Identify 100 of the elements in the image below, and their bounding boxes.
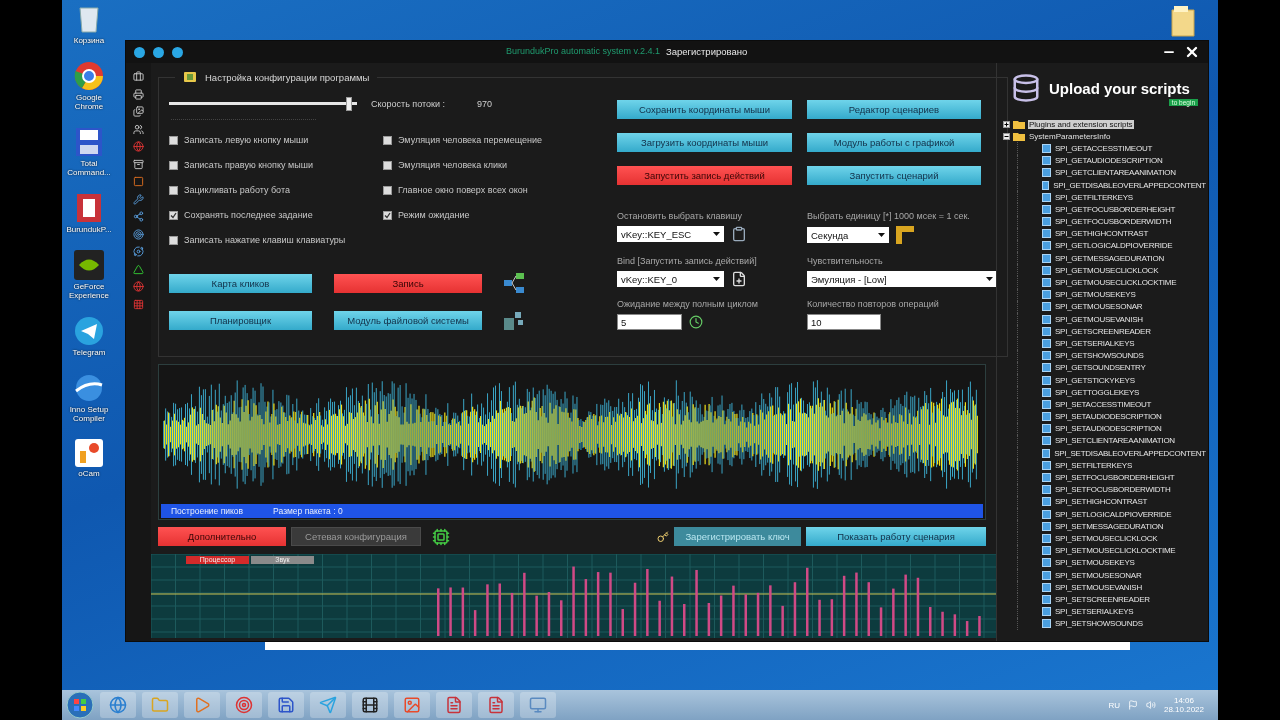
tree-item[interactable]: SPI_SETCLIENTAREAANIMATION: [1055, 436, 1175, 446]
tree-item[interactable]: SPI_GETTOGGLEKEYS: [1055, 387, 1140, 397]
action-button[interactable]: Модуль работы с графикой: [807, 133, 981, 152]
tree-item[interactable]: SPI_GETMOUSECLICKLOCKTIME: [1055, 278, 1177, 288]
dropdown[interactable]: vKey::KEY_ESC: [617, 226, 724, 242]
file-system-button[interactable]: Модуль файловой системы: [334, 310, 482, 330]
action-button[interactable]: Сохранить координаты мыши: [617, 100, 792, 119]
slider-thumb[interactable]: [346, 97, 353, 111]
action-button[interactable]: Загрузить координаты мыши: [617, 133, 792, 152]
input-field[interactable]: 10: [807, 314, 881, 330]
tree-item[interactable]: Plugins and extension scripts: [1028, 119, 1134, 129]
tree-item[interactable]: SPI_SETHIGHCONTRAST: [1055, 497, 1148, 507]
tree-item[interactable]: SPI_SETAUDIODESCRIPTION: [1055, 412, 1162, 422]
checkbox[interactable]: [169, 135, 178, 145]
network-nodes-icon[interactable]: [504, 273, 526, 293]
file-plus-icon[interactable]: [731, 271, 747, 287]
desktop-icon-label[interactable]: Корзина: [73, 36, 105, 45]
tree-item[interactable]: SPI_GETSCREENREADER: [1055, 326, 1151, 336]
key-icon[interactable]: [657, 530, 669, 543]
square-icon[interactable]: [133, 176, 144, 187]
action-button[interactable]: Сетевая конфигурация: [291, 527, 421, 546]
blocks-icon[interactable]: [504, 310, 526, 330]
document-icon[interactable]: [445, 696, 463, 714]
grid-icon[interactable]: [133, 298, 144, 310]
tree-item[interactable]: SPI_SETMESSAGEDURATION: [1055, 521, 1164, 531]
dropdown[interactable]: Эмуляция - [Low]: [807, 271, 997, 287]
tree-item[interactable]: SPI_GETMESSAGEDURATION: [1055, 253, 1165, 263]
film-icon[interactable]: [361, 696, 379, 714]
tree-item[interactable]: SPI_SETMOUSEKEYS: [1055, 558, 1135, 568]
nodes-icon[interactable]: [133, 211, 144, 222]
tree-item[interactable]: SPI_SETFOCUSBORDERHEIGHT: [1055, 473, 1175, 483]
orbit-icon[interactable]: [133, 246, 144, 257]
action-button[interactable]: Показать работу сценария: [806, 527, 986, 546]
tree-item[interactable]: SPI_SETACCESSTIMEOUT: [1055, 399, 1152, 409]
network-card-icon[interactable]: [432, 527, 450, 546]
checkbox[interactable]: [383, 210, 392, 220]
dropdown[interactable]: Секунда: [807, 227, 889, 243]
tree-item[interactable]: SPI_SETSCREENREADER: [1055, 594, 1150, 604]
tree-item[interactable]: SPI_SETMOUSESONAR: [1055, 570, 1142, 580]
checkbox[interactable]: [383, 185, 392, 195]
archive-icon[interactable]: [133, 158, 144, 170]
users-icon[interactable]: [133, 123, 144, 135]
window-dot[interactable]: [134, 46, 145, 58]
desktop-icon-label[interactable]: Total Command...: [62, 159, 116, 177]
globe-icon[interactable]: [133, 281, 144, 292]
close-icon[interactable]: [1184, 44, 1200, 60]
start-button-icon[interactable]: [66, 691, 94, 719]
expand-icon[interactable]: [1003, 120, 1010, 128]
briefcase-icon[interactable]: [133, 71, 144, 82]
tree-item[interactable]: SPI_GETSHOWSOUNDS: [1055, 351, 1144, 361]
tree-item[interactable]: SPI_GETAUDIODESCRIPTION: [1055, 156, 1163, 166]
desktop-icon-label[interactable]: GeForce Experience: [62, 282, 116, 300]
checkbox[interactable]: [169, 160, 178, 170]
dropdown[interactable]: vKey::KEY_0: [617, 271, 724, 287]
images-icon[interactable]: [133, 106, 144, 117]
target-icon[interactable]: [133, 228, 144, 240]
tree-item[interactable]: SPI_SETSHOWSOUNDS: [1055, 619, 1143, 629]
desktop-icon-label[interactable]: Inno Setup Compiler: [62, 405, 116, 423]
tree-item[interactable]: SPI_SETDISABLEOVERLAPPEDCONTENT: [1054, 448, 1206, 458]
tree-item[interactable]: SPI_GETSERIALKEYS: [1055, 338, 1135, 348]
tree-item[interactable]: SPI_GETSOUNDSENTRY: [1055, 363, 1146, 373]
tree-item[interactable]: SPI_GETDISABLEOVERLAPPEDCONTENT: [1053, 180, 1206, 190]
tree-item[interactable]: SPI_SETMOUSEVANISH: [1055, 582, 1142, 592]
checkbox[interactable]: [383, 135, 392, 145]
tree-item[interactable]: SPI_SETMOUSECLICKLOCKTIME: [1055, 546, 1176, 556]
tree-item[interactable]: SPI_GETMOUSEVANISH: [1055, 314, 1143, 324]
checkbox[interactable]: [169, 210, 178, 220]
desktop-icon-label[interactable]: BurundukP...: [66, 225, 112, 234]
tree-item[interactable]: SPI_GETFILTERKEYS: [1055, 192, 1133, 202]
action-button[interactable]: Запустить запись действий: [617, 166, 792, 185]
action-button[interactable]: Запустить сценарий: [807, 166, 981, 185]
checkbox[interactable]: [169, 235, 178, 245]
checkbox[interactable]: [169, 185, 178, 195]
wrench-icon[interactable]: [133, 193, 144, 205]
globe-icon[interactable]: [133, 141, 144, 152]
scheduler-button[interactable]: Планировщик: [169, 310, 312, 330]
action-button[interactable]: Редактор сценариев: [807, 100, 981, 119]
tree-item[interactable]: SPI_SETLOGICALDPIOVERRIDE: [1055, 509, 1172, 519]
click-map-button[interactable]: Карта кликов: [169, 273, 312, 293]
tree-item[interactable]: SPI_SETFOCUSBORDERWIDTH: [1055, 485, 1171, 495]
desktop-icon-label[interactable]: Telegram: [72, 348, 106, 357]
input-field[interactable]: 5: [617, 314, 682, 330]
collapse-icon[interactable]: [1003, 132, 1010, 140]
action-button[interactable]: Дополнительно: [158, 527, 286, 546]
tree-item[interactable]: SPI_GETMOUSEKEYS: [1055, 290, 1136, 300]
folder-icon[interactable]: [1170, 4, 1196, 38]
tree-item[interactable]: SPI_SETFILTERKEYS: [1055, 460, 1132, 470]
document-icon[interactable]: [487, 696, 505, 714]
tree-item[interactable]: SystemParametersInfo: [1028, 131, 1112, 141]
clipboard-icon[interactable]: [731, 226, 747, 242]
window-dot[interactable]: [172, 46, 183, 58]
printer-icon[interactable]: [133, 88, 144, 100]
tree-item[interactable]: SPI_GETACCESSTIMEOUT: [1055, 143, 1153, 153]
tree-item[interactable]: SPI_SETAUDIODESCRIPTION: [1055, 424, 1162, 434]
corner-icon[interactable]: [896, 226, 914, 244]
tree-item[interactable]: SPI_SETSERIALKEYS: [1055, 607, 1134, 617]
tree-item[interactable]: SPI_GETSTICKYKEYS: [1055, 375, 1135, 385]
desktop-icon-label[interactable]: Google Chrome: [62, 93, 116, 111]
triangle-icon[interactable]: [133, 263, 144, 275]
tree-item[interactable]: SPI_GETMOUSESONAR: [1055, 302, 1143, 312]
